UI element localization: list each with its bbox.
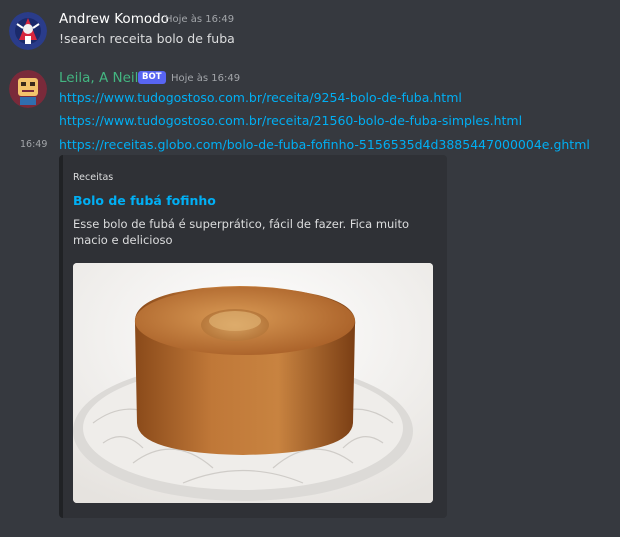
- username-leila[interactable]: Leila, A Neila: [59, 70, 147, 86]
- avatar-leila-icon: [9, 70, 47, 108]
- username-andrew[interactable]: Andrew Komodo: [59, 11, 169, 27]
- embed-provider: Receitas: [73, 172, 114, 183]
- avatar-andrew-komodo[interactable]: [9, 12, 47, 50]
- message-timestamp[interactable]: Hoje às 16:49: [165, 14, 234, 25]
- recipe-link-2[interactable]: https://www.tudogostoso.com.br/receita/2…: [59, 113, 522, 128]
- embed-image[interactable]: [73, 263, 433, 503]
- message-timestamp[interactable]: Hoje às 16:49: [171, 73, 240, 84]
- bot-tag-badge: BOT: [138, 71, 166, 84]
- avatar-leila-bot[interactable]: [9, 70, 47, 108]
- recipe-link-3[interactable]: https://receitas.globo.com/bolo-de-fuba-…: [59, 137, 590, 152]
- link-embed: Receitas Bolo de fubá fofinho Esse bolo …: [59, 155, 447, 518]
- hover-timestamp: 16:49: [20, 139, 48, 150]
- message-text: !search receita bolo de fuba: [59, 31, 235, 46]
- recipe-link-1[interactable]: https://www.tudogostoso.com.br/receita/9…: [59, 90, 462, 105]
- avatar-andrew-icon: [9, 12, 47, 50]
- embed-title-link[interactable]: Bolo de fubá fofinho: [73, 193, 216, 208]
- chat-area: Andrew Komodo Hoje às 16:49 !search rece…: [0, 0, 620, 537]
- embed-description: Esse bolo de fubá é superprático, fácil …: [73, 217, 410, 247]
- cake-photo: [73, 263, 433, 503]
